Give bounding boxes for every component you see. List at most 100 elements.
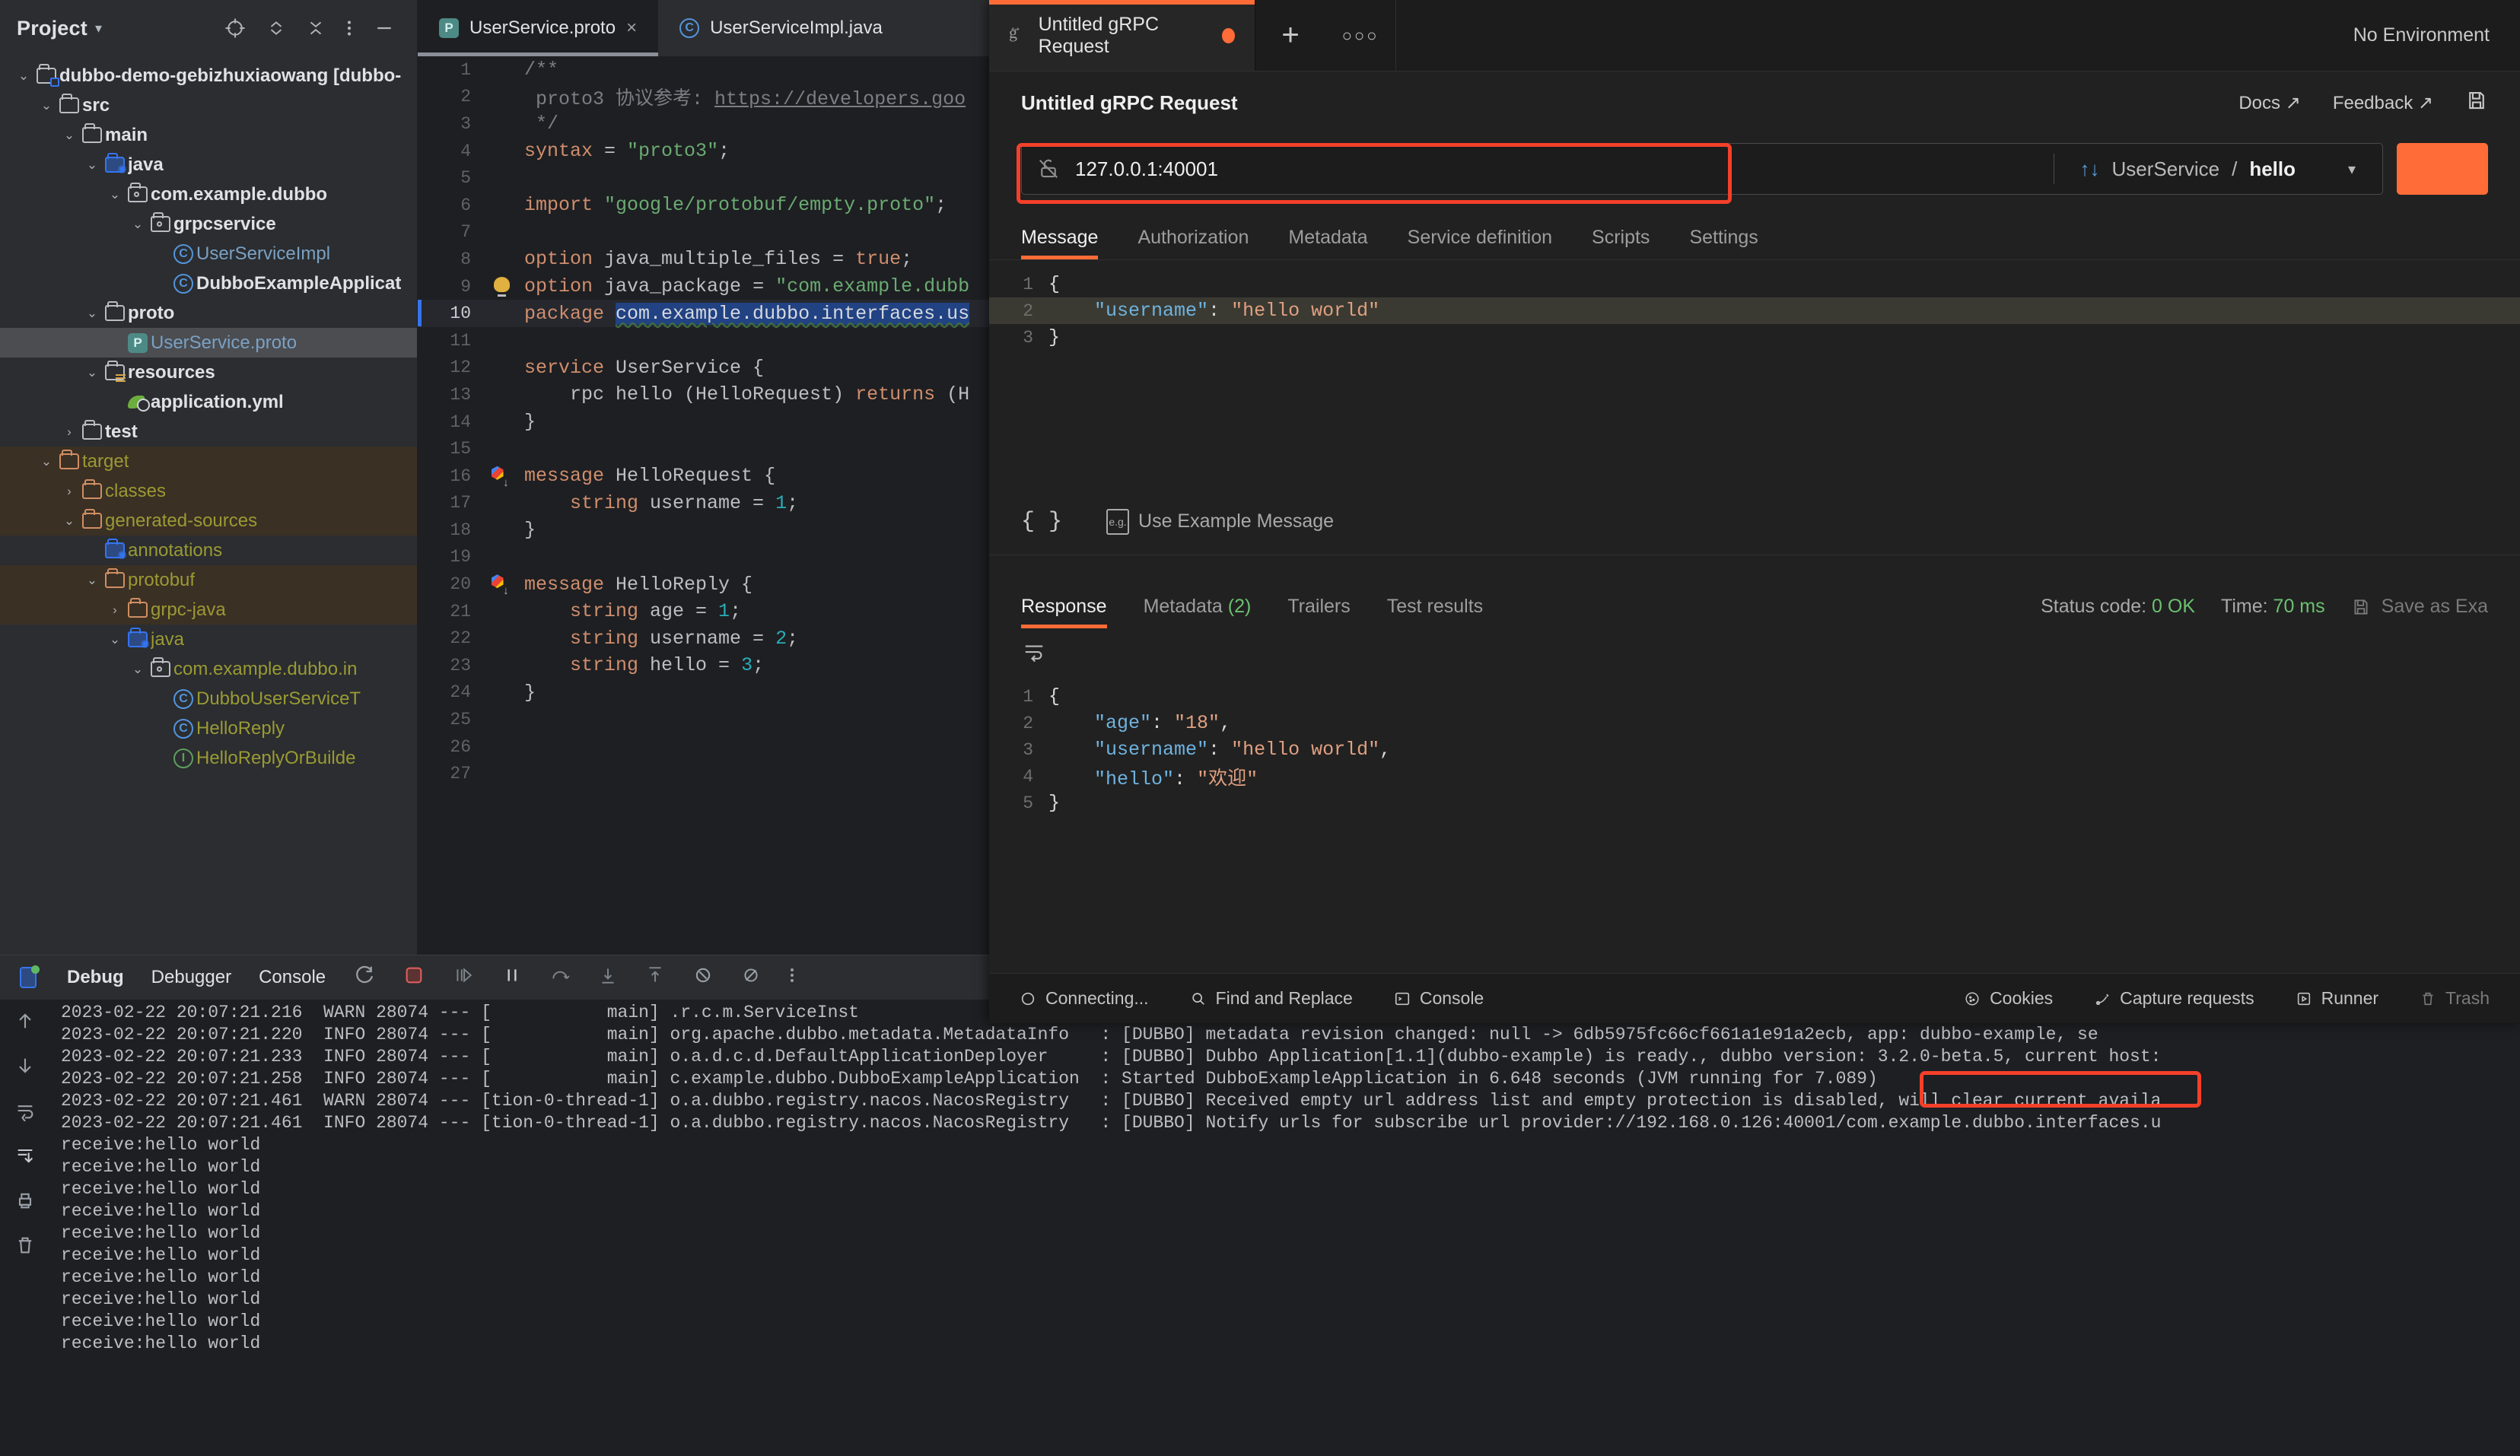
tree-item-com-example-dubbo[interactable]: ⌄ com.example.dubbo	[0, 180, 417, 209]
tree-toggle-arrow-icon[interactable]: ⌄	[82, 157, 102, 173]
invoke-button[interactable]	[2397, 143, 2488, 195]
capture-requests-button[interactable]: Capture requests	[2094, 988, 2254, 1009]
mute-breakpoints-icon[interactable]	[692, 965, 714, 991]
tree-item-dubboexampleapplicat[interactable]: C DubboExampleApplicat	[0, 269, 417, 298]
print-icon[interactable]	[14, 1190, 36, 1215]
protobuf-gutter-icon[interactable]	[490, 574, 509, 597]
step-out-icon[interactable]	[645, 965, 665, 990]
resume-icon[interactable]	[452, 965, 475, 990]
protobuf-gutter-icon[interactable]	[490, 466, 509, 489]
response-section-tabs[interactable]: Response Metadata (2) Trailers Test results…	[989, 555, 2520, 628]
message-body-editor[interactable]: 1{2 "username": "hello world" 3}	[989, 260, 2520, 488]
format-json-icon[interactable]: { }	[1021, 509, 1062, 535]
tree-toggle-arrow-icon[interactable]: ›	[105, 602, 125, 618]
tree-toggle-arrow-icon[interactable]: ⌄	[82, 365, 102, 380]
tree-toggle-arrow-icon[interactable]: ⌄	[82, 573, 102, 588]
request-tab-settings[interactable]: Settings	[1689, 227, 1758, 259]
scroll-down-icon[interactable]	[14, 1055, 36, 1080]
step-over-icon[interactable]	[549, 965, 571, 990]
tree-item-grpcservice[interactable]: ⌄ grpcservice	[0, 209, 417, 239]
soft-wrap-icon[interactable]	[14, 1100, 36, 1125]
tree-item-userservice-proto[interactable]: P UserService.proto	[0, 328, 417, 358]
tree-toggle-arrow-icon[interactable]: ›	[59, 424, 79, 440]
editor-tab-userservice-proto[interactable]: P UserService.proto ×	[418, 0, 659, 56]
request-tab-metadata[interactable]: Metadata	[1288, 227, 1367, 259]
intention-bulb-icon[interactable]	[494, 276, 510, 297]
request-tab-scripts[interactable]: Scripts	[1592, 227, 1650, 259]
use-example-message-button[interactable]: e.g. Use Example Message	[1106, 508, 1334, 535]
chevron-down-icon[interactable]: ▾	[95, 21, 102, 37]
tree-item-classes[interactable]: › classes	[0, 476, 417, 506]
view-breakpoints-icon[interactable]	[741, 965, 761, 991]
tree-toggle-arrow-icon[interactable]: ⌄	[82, 306, 102, 321]
method-selector[interactable]: ↑↓ UserService / hello	[2054, 157, 2322, 181]
expand-collapse-icon[interactable]	[266, 17, 286, 40]
wrap-lines-icon[interactable]	[989, 633, 2520, 683]
cookies-button[interactable]: Cookies	[1964, 988, 2053, 1009]
docs-link[interactable]: Docs ↗	[2238, 92, 2300, 114]
connection-status[interactable]: Connecting...	[1020, 988, 1149, 1009]
tree-toggle-arrow-icon[interactable]: ⌄	[59, 128, 79, 143]
tree-item-java[interactable]: ⌄ ✺ java	[0, 625, 417, 654]
more-icon[interactable]	[788, 965, 796, 991]
tree-item-com-example-dubbo-in[interactable]: ⌄ com.example.dubbo.in	[0, 654, 417, 684]
tree-item-resources[interactable]: ⌄ resources	[0, 358, 417, 387]
tree-item-java[interactable]: ⌄ ✺ java	[0, 150, 417, 180]
tree-item-proto[interactable]: ⌄ proto	[0, 298, 417, 328]
tree-item-dubbouserservicet[interactable]: C DubboUserServiceT	[0, 684, 417, 714]
minimize-icon[interactable]	[373, 17, 396, 40]
console-button[interactable]: Console	[1394, 988, 1484, 1009]
tab-console[interactable]: Console	[259, 967, 326, 988]
tree-item-userserviceimpl[interactable]: C UserServiceImpl	[0, 239, 417, 269]
stop-icon[interactable]	[403, 965, 425, 991]
response-body[interactable]: 1{2 "age": "18", 3 "username": "hello wor…	[989, 628, 2520, 973]
tree-item-main[interactable]: ⌄ main	[0, 120, 417, 150]
tree-item-src[interactable]: ⌄ src	[0, 91, 417, 120]
runner-button[interactable]: Runner	[2296, 988, 2378, 1009]
server-url-input[interactable]: 127.0.0.1:40001	[1075, 157, 1218, 181]
tree-item-target[interactable]: ⌄ target	[0, 447, 417, 476]
clear-all-icon[interactable]	[14, 1235, 36, 1260]
tree-item-test[interactable]: › test	[0, 417, 417, 447]
tree-toggle-arrow-icon[interactable]: ›	[59, 484, 79, 499]
tree-toggle-arrow-icon[interactable]: ⌄	[59, 513, 79, 529]
tree-toggle-arrow-icon[interactable]: ⌄	[105, 187, 125, 202]
tab-debugger[interactable]: Debugger	[151, 967, 231, 988]
method-chevron-down-icon[interactable]: ▾	[2321, 160, 2382, 179]
save-icon[interactable]	[2465, 89, 2488, 117]
debug-console-output[interactable]: 2023-02-22 20:07:21.216 WARN 28074 --- […	[50, 1000, 2520, 1456]
tree-item-application-yml[interactable]: application.yml	[0, 387, 417, 417]
tree-item-generated-sources[interactable]: ⌄ generated-sources	[0, 506, 417, 536]
response-tab-metadata[interactable]: Metadata (2)	[1144, 596, 1252, 628]
scroll-to-end-icon[interactable]	[14, 1145, 36, 1170]
response-tab-trailers[interactable]: Trailers	[1287, 596, 1350, 628]
tree-toggle-arrow-icon[interactable]: ⌄	[37, 98, 56, 113]
tree-toggle-arrow-icon[interactable]: ⌄	[14, 68, 33, 84]
tree-item-helloreply[interactable]: C HelloReply	[0, 714, 417, 743]
find-and-replace-button[interactable]: Find and Replace	[1190, 988, 1353, 1009]
tree-toggle-arrow-icon[interactable]: ⌄	[105, 632, 125, 647]
scroll-up-icon[interactable]	[14, 1010, 36, 1035]
tree-item-annotations[interactable]: ✺ annotations	[0, 536, 417, 565]
tree-item-helloreplyorbuilde[interactable]: I HelloReplyOrBuilde	[0, 743, 417, 773]
editor-tab-userserviceimpl-java[interactable]: C UserServiceImpl.java	[658, 0, 904, 56]
feedback-link[interactable]: Feedback ↗	[2333, 92, 2433, 114]
close-icon[interactable]: ×	[626, 17, 637, 39]
request-tab-service-definition[interactable]: Service definition	[1408, 227, 1552, 259]
response-tab-test-results[interactable]: Test results	[1387, 596, 1483, 628]
rerun-icon[interactable]	[353, 964, 376, 992]
tab-more-options-button[interactable]: ○○○	[1325, 0, 1395, 71]
request-tab[interactable]: ↔ g Untitled gRPC Request	[989, 0, 1255, 71]
response-tab-response[interactable]: Response	[1021, 596, 1107, 628]
environment-selector[interactable]: No Environment	[1395, 0, 2520, 71]
tree-toggle-arrow-icon[interactable]: ⌄	[128, 662, 148, 677]
locate-icon[interactable]	[224, 17, 247, 40]
trash-button[interactable]: Trash	[2420, 988, 2490, 1009]
tree-toggle-arrow-icon[interactable]: ⌄	[128, 217, 148, 232]
request-section-tabs[interactable]: Message Authorization Metadata Service defi…	[989, 204, 2520, 260]
tree-toggle-arrow-icon[interactable]: ⌄	[37, 454, 56, 469]
save-as-example-button[interactable]: Save as Exa	[2351, 596, 2488, 618]
step-into-icon[interactable]	[598, 965, 618, 990]
request-tab-authorization[interactable]: Authorization	[1138, 227, 1249, 259]
request-tab-message[interactable]: Message	[1021, 227, 1099, 259]
